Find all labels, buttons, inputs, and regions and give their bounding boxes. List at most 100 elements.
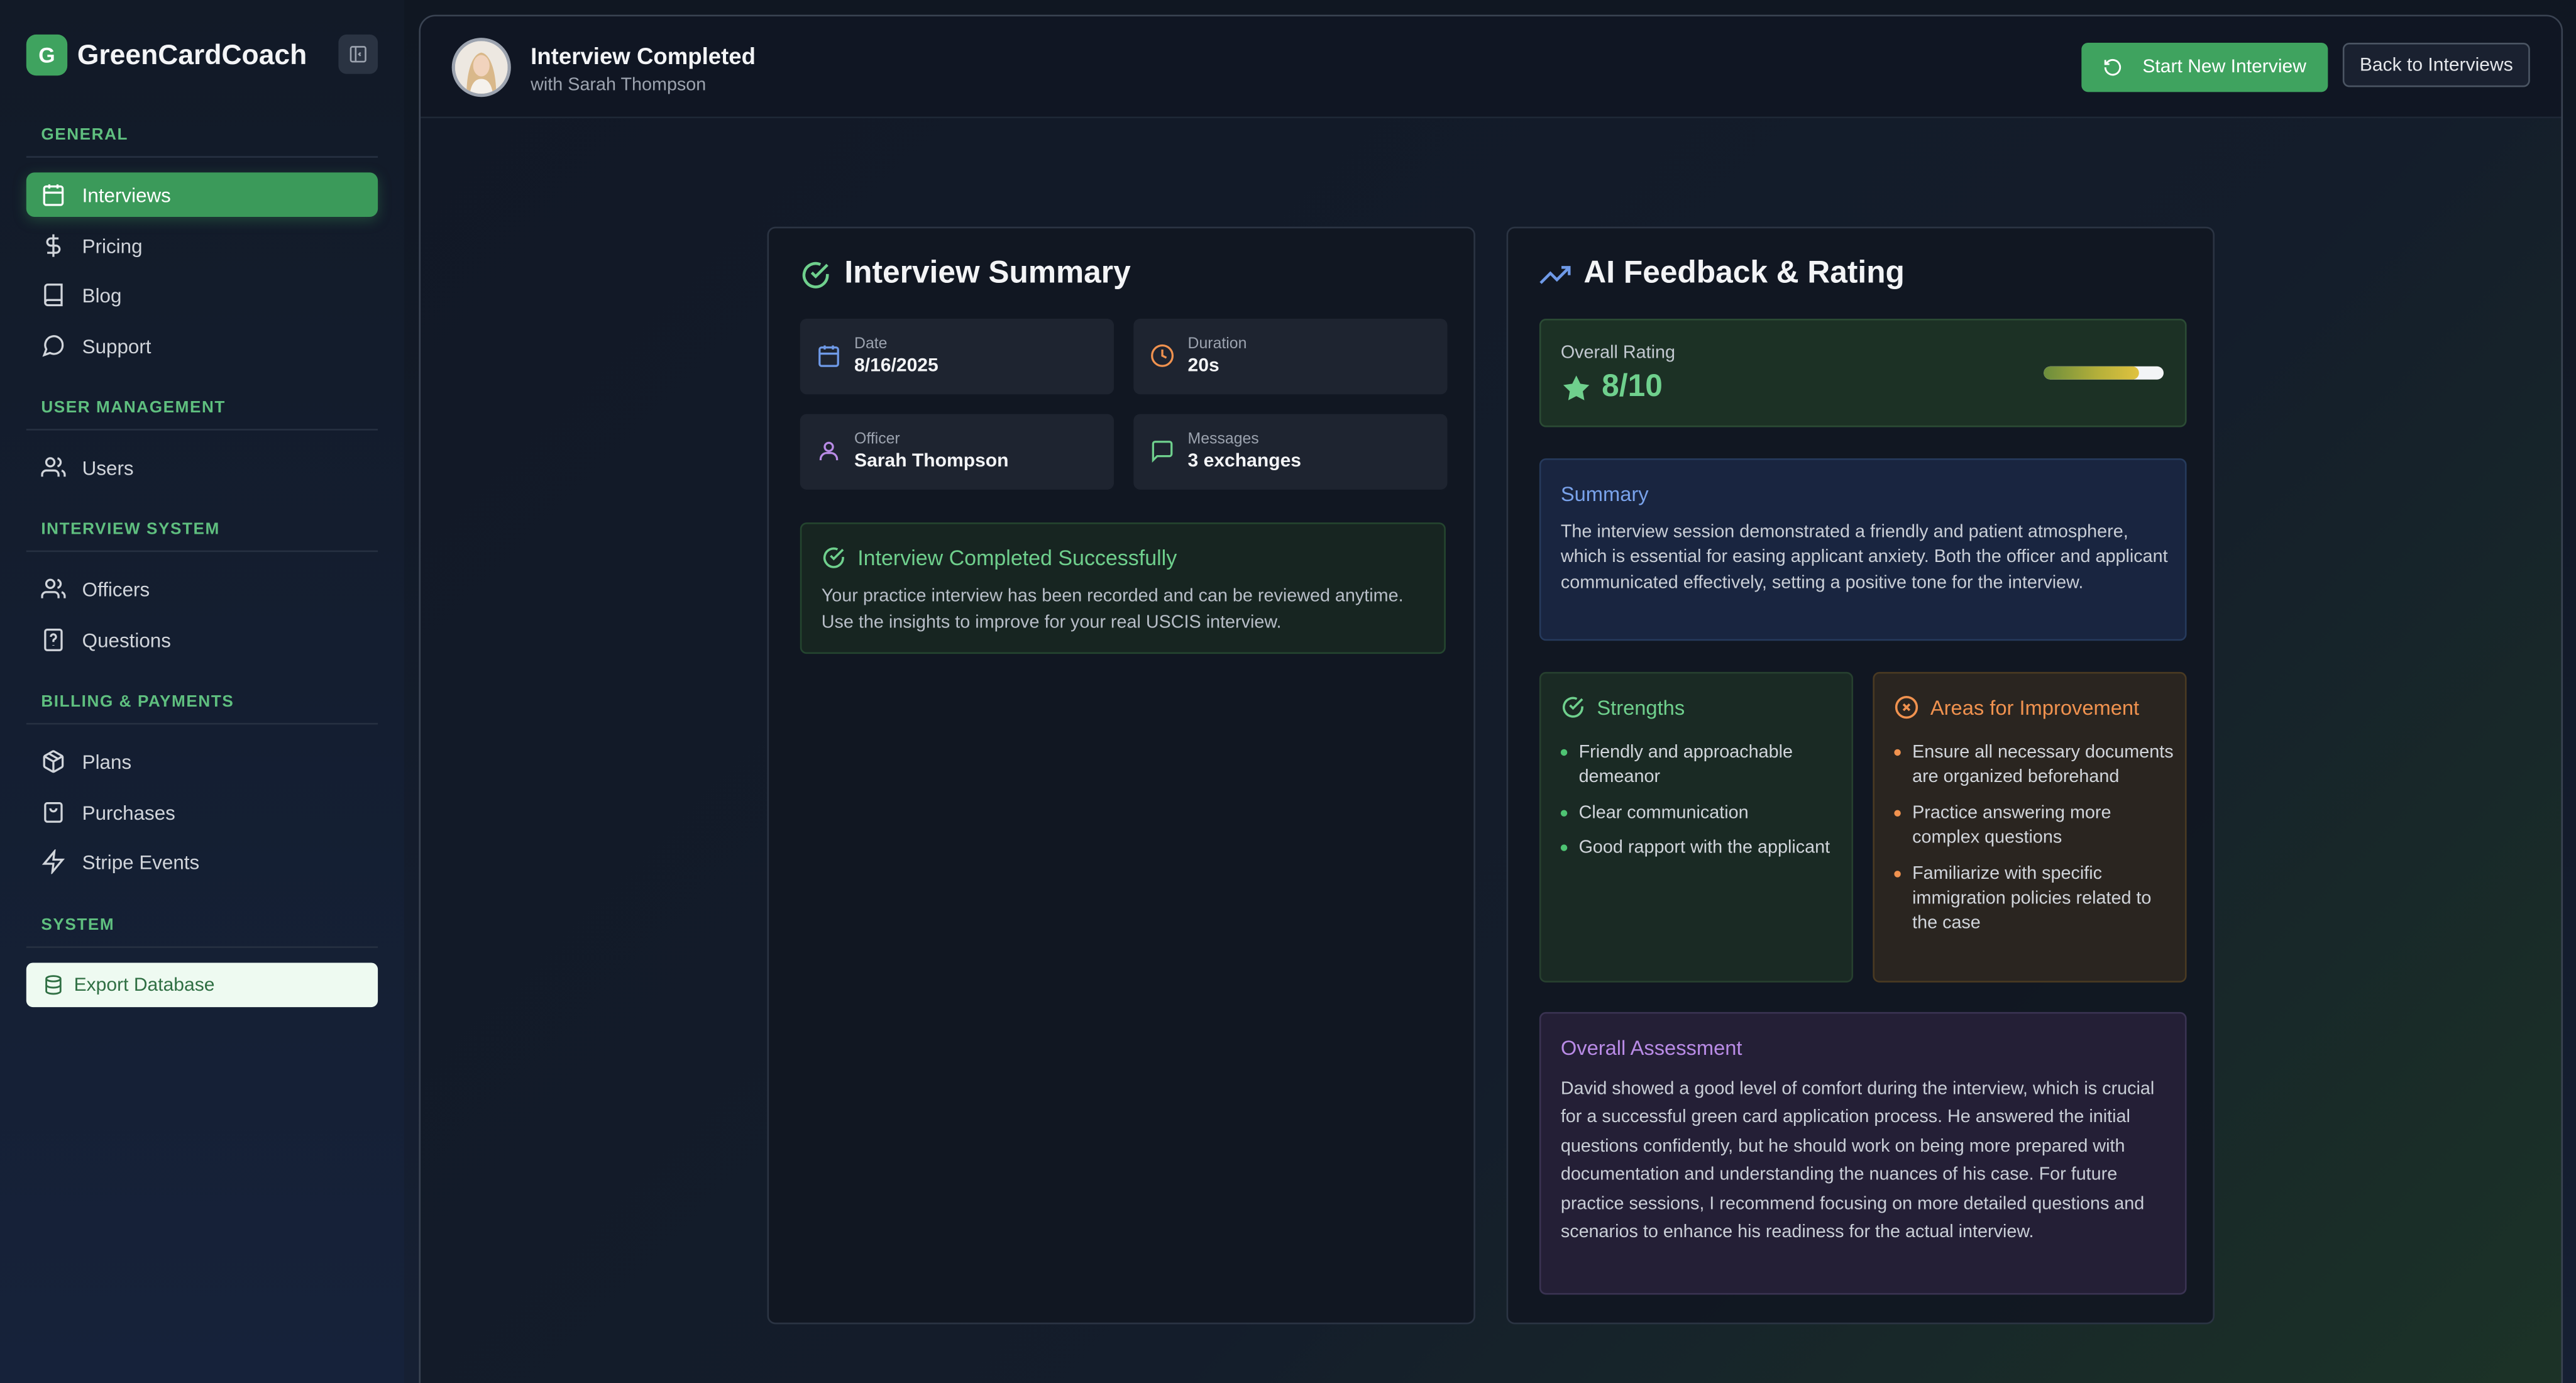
clock-icon xyxy=(1151,344,1174,367)
sidebar-item-label: Stripe Events xyxy=(82,850,200,874)
x-circle-icon xyxy=(1895,695,1918,719)
page-title: Interview Completed xyxy=(531,42,756,69)
rating-value: 8/10 xyxy=(1602,370,1663,404)
sidebar-item-label: Purchases xyxy=(82,801,175,824)
sidebar: G GreenCardCoach GENERAL Interviews Pric… xyxy=(0,0,404,1383)
improvement-title: Areas for Improvement xyxy=(1894,695,2139,720)
sidebar-item-purchases[interactable]: Purchases xyxy=(26,790,378,835)
avatar xyxy=(451,38,511,97)
refresh-icon xyxy=(2105,58,2122,76)
section-title-system: SYSTEM xyxy=(41,917,115,935)
check-circle-icon xyxy=(1562,697,1583,718)
book-icon xyxy=(44,284,63,307)
improvement-list: Ensure all necessary documents are organ… xyxy=(1894,741,2177,948)
database-icon xyxy=(45,975,62,995)
main-panel: Interview Completed with Sarah Thompson … xyxy=(419,14,2563,1383)
rating-value-row: 8/10 xyxy=(1561,370,1663,405)
ai-feedback-card: AI Feedback & Rating Overall Rating 8/10… xyxy=(1506,226,2215,1325)
brand-logo: G xyxy=(26,34,68,76)
officer-info: Officer Sarah Thompson xyxy=(800,414,1114,490)
rating-bar xyxy=(2044,366,2164,380)
messages-info: Messages 3 exchanges xyxy=(1133,414,1448,490)
section-divider xyxy=(26,429,378,431)
strengths-list: Friendly and approachable demeanor Clear… xyxy=(1560,741,1844,872)
sidebar-item-label: Questions xyxy=(82,628,171,652)
sidebar-item-interviews[interactable]: Interviews xyxy=(26,172,378,217)
page-subtitle: with Sarah Thompson xyxy=(531,75,707,96)
header: Interview Completed with Sarah Thompson … xyxy=(421,16,2562,119)
assessment-text: David showed a good level of comfort dur… xyxy=(1560,1079,2155,1242)
sidebar-item-label: Support xyxy=(82,334,151,358)
date-value: 8/16/2025 xyxy=(854,356,938,377)
sidebar-item-label: Officers xyxy=(82,577,150,601)
date-info: Date 8/16/2025 xyxy=(800,319,1114,395)
dollar-icon xyxy=(46,234,61,257)
rating-bar-fill xyxy=(2044,366,2140,380)
brand[interactable]: G GreenCardCoach xyxy=(26,34,307,76)
list-item: Clear communication xyxy=(1560,802,1844,827)
sidebar-item-stripe-events[interactable]: Stripe Events xyxy=(26,839,378,884)
help-file-icon xyxy=(44,628,63,651)
check-circle-icon xyxy=(823,547,844,568)
improvement-panel: Areas for Improvement Ensure all necessa… xyxy=(1873,671,2187,983)
rating-label: Overall Rating xyxy=(1560,343,1675,363)
overall-rating: Overall Rating 8/10 xyxy=(1539,319,2187,427)
back-to-interviews-button[interactable]: Back to Interviews xyxy=(2342,42,2530,87)
section-title-user-management: USER MANAGEMENT xyxy=(41,399,226,417)
strengths-title: Strengths xyxy=(1561,695,1685,720)
section-title-interview-system: INTERVIEW SYSTEM xyxy=(41,521,220,539)
export-database-button[interactable]: Export Database xyxy=(26,962,378,1008)
shopping-bag-icon xyxy=(44,802,63,823)
user-icon xyxy=(819,441,839,461)
sidebar-item-pricing[interactable]: Pricing xyxy=(26,223,378,268)
duration-label: Duration xyxy=(1187,335,1247,353)
sidebar-item-label: Plans xyxy=(82,750,132,773)
package-icon xyxy=(43,750,64,773)
sidebar-item-blog[interactable]: Blog xyxy=(26,273,378,317)
collapse-sidebar-button[interactable] xyxy=(338,34,378,74)
export-database-label: Export Database xyxy=(74,975,215,995)
sidebar-item-users[interactable]: Users xyxy=(26,445,378,490)
duration-info: Duration 20s xyxy=(1133,319,1448,395)
trending-up-icon xyxy=(1539,265,1571,284)
list-item: Friendly and approachable demeanor xyxy=(1560,741,1844,792)
ai-feedback-title: AI Feedback & Rating xyxy=(1539,256,1905,292)
date-label: Date xyxy=(854,335,888,353)
brand-name: GreenCardCoach xyxy=(77,38,307,70)
feedback-summary-text: The interview session demonstrated a fri… xyxy=(1560,522,2168,593)
sidebar-item-questions[interactable]: Questions xyxy=(26,618,378,663)
start-new-interview-label: Start New Interview xyxy=(2142,57,2306,77)
sidebar-item-plans[interactable]: Plans xyxy=(26,739,378,784)
officer-value: Sarah Thompson xyxy=(854,451,1009,472)
duration-value: 20s xyxy=(1187,356,1219,377)
messages-value: 3 exchanges xyxy=(1187,451,1302,472)
sidebar-item-label: Interviews xyxy=(82,183,171,206)
calendar-icon xyxy=(43,184,64,206)
users-icon xyxy=(41,457,66,477)
section-divider xyxy=(26,550,378,553)
section-divider xyxy=(26,722,378,725)
feedback-summary: Summary The interview session demonstrat… xyxy=(1539,458,2187,641)
users-icon xyxy=(41,578,66,598)
sidebar-item-support[interactable]: Support xyxy=(26,324,378,368)
sidebar-item-officers[interactable]: Officers xyxy=(26,567,378,612)
calendar-icon xyxy=(818,345,839,367)
panel-left-icon xyxy=(350,46,366,63)
list-item: Practice answering more complex question… xyxy=(1894,802,2177,852)
strengths-panel: Strengths Friendly and approachable deme… xyxy=(1539,671,1854,983)
list-item: Familiarize with specific immigration po… xyxy=(1894,862,2177,938)
list-item: Ensure all necessary documents are organ… xyxy=(1894,741,2177,792)
section-title-general: GENERAL xyxy=(41,126,129,145)
officer-label: Officer xyxy=(854,430,900,449)
list-item: Good rapport with the applicant xyxy=(1560,837,1844,862)
section-title-billing: BILLING & PAYMENTS xyxy=(41,693,234,712)
star-icon xyxy=(1563,375,1590,400)
feedback-summary-title: Summary xyxy=(1560,483,1649,506)
interview-summary-title: Interview Summary xyxy=(800,256,1131,292)
assessment-title: Overall Assessment xyxy=(1560,1037,1742,1060)
sidebar-item-label: Pricing xyxy=(82,234,143,258)
section-divider xyxy=(26,946,378,948)
interview-summary-card: Interview Summary Date 8/16/2025 Duratio… xyxy=(767,226,1475,1325)
start-new-interview-button[interactable]: Start New Interview xyxy=(2081,42,2328,92)
sidebar-item-label: Blog xyxy=(82,283,122,307)
